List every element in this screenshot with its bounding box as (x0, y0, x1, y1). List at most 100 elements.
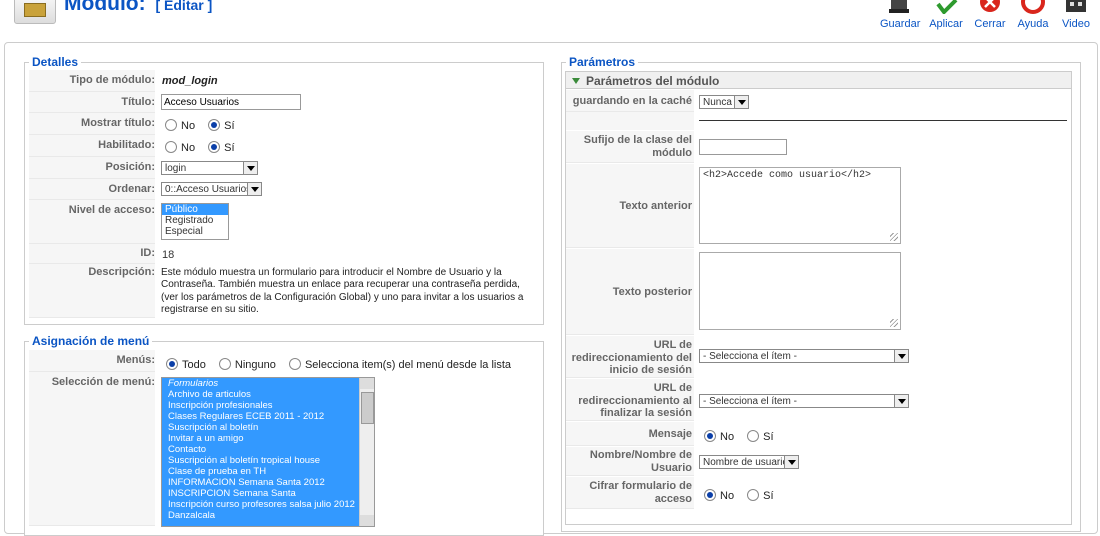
apply-button[interactable]: Aplicar (928, 0, 964, 30)
menu-item[interactable]: Invitar a un amigo (165, 433, 362, 444)
description-value: Este módulo muestra un formulario para i… (161, 267, 524, 315)
page-header: Módulo: [ Editar ] Guardar Aplicar Cerra… (0, 0, 1100, 36)
menu-item[interactable]: Clase de prueba en TH (165, 466, 362, 477)
pretext-textarea[interactable]: <h2>Accede como usuario</h2> (699, 167, 901, 244)
menu-items: Formularios Archivo de articulos Inscrip… (162, 378, 362, 526)
menu-item[interactable]: Contacto (165, 444, 362, 455)
login-redirect-label: URL de redireccionamiento del inicio de … (566, 336, 694, 378)
message-yes-radio[interactable] (747, 430, 760, 442)
id-value: 18 (162, 249, 175, 261)
parameters-legend: Parámetros (569, 55, 636, 69)
module-params-title: Parámetros del módulo (586, 74, 720, 88)
order-select[interactable]: 0::Acceso Usuarios (161, 182, 262, 196)
resize-grip-icon (890, 233, 898, 241)
chevron-down-icon (247, 183, 261, 195)
menu-item[interactable]: Danzalcala (165, 510, 362, 521)
encrypt-no-radio[interactable] (704, 489, 716, 501)
module-params-panel-header[interactable]: Parámetros del módulo (565, 71, 1072, 89)
position-select[interactable]: login (161, 161, 258, 175)
title-label: Título: (29, 92, 155, 113)
order-value: 0::Acceso Usuarios (165, 184, 252, 195)
message-no-label: No (720, 431, 735, 443)
menu-item[interactable]: INSCRIPCION Semana Santa (165, 488, 362, 499)
login-redirect-select[interactable]: - Selecciona el ítem - (699, 349, 909, 363)
menus-all-radio[interactable] (166, 358, 178, 370)
save-button[interactable]: Guardar (880, 0, 921, 30)
menu-item[interactable]: Inscripción curso profesores salsa julio… (165, 499, 362, 510)
show-title-yes-label: Sí (224, 120, 235, 132)
logout-redirect-select[interactable]: - Selecciona el ítem - (699, 394, 909, 408)
menus-all-label: Todo (182, 359, 206, 371)
module-type-label: Tipo de módulo: (29, 70, 155, 92)
position-label: Posición: (29, 157, 155, 179)
enabled-no-label: No (181, 142, 196, 154)
id-label: ID: (29, 244, 155, 264)
checkmark-icon (936, 0, 958, 16)
logout-redirect-value: - Selecciona el ítem - (703, 396, 797, 407)
suffix-input[interactable] (699, 139, 787, 155)
logout-redirect-label: URL de redireccionamiento al finalizar l… (566, 379, 694, 421)
apply-label: Aplicar (929, 18, 963, 30)
pretext-value: <h2>Accede como usuario</h2> (703, 170, 872, 181)
menu-item[interactable]: Suscripción al boletín (165, 422, 362, 433)
menus-radios: Todo Ninguno Selecciona item(s) del menú… (166, 358, 521, 371)
access-option[interactable]: Público (162, 204, 228, 215)
title-input[interactable] (161, 94, 301, 110)
help-button[interactable]: Ayuda (1016, 0, 1050, 30)
posttext-label: Texto posterior (566, 249, 694, 335)
video-label: Video (1062, 18, 1090, 30)
video-button[interactable]: Video (1060, 0, 1092, 30)
resize-grip-icon (890, 319, 898, 327)
cache-select[interactable]: Nunca (699, 95, 749, 109)
menu-item[interactable]: Archivo de articulos (165, 389, 362, 400)
show-title-radios: No Sí (165, 119, 245, 132)
encrypt-yes-radio[interactable] (747, 489, 760, 501)
enabled-yes-label: Sí (224, 142, 235, 154)
access-option[interactable]: Especial (162, 226, 228, 237)
enabled-radios: No Sí (165, 141, 245, 154)
encrypt-radios: No Sí (704, 489, 784, 502)
description-label: Descripción: (29, 264, 155, 318)
name-select[interactable]: Nombre de usuario (699, 455, 799, 469)
menu-item[interactable]: Inscripción profesionales (165, 400, 362, 411)
menus-none-label: Ninguno (234, 359, 276, 371)
posttext-textarea[interactable] (699, 252, 901, 330)
menu-item[interactable]: INFORMACION Semana Santa 2012 (165, 477, 362, 488)
chevron-down-icon (734, 96, 748, 108)
login-redirect-value: - Selecciona el ítem - (703, 351, 797, 362)
page-title-text: Módulo: (64, 0, 146, 15)
enabled-no-radio[interactable] (165, 141, 177, 153)
access-label: Nivel de acceso: (29, 200, 155, 244)
access-option[interactable]: Registrado (162, 215, 228, 226)
show-title-yes-radio[interactable] (208, 119, 221, 131)
chevron-down-icon (894, 350, 908, 362)
close-label: Cerrar (974, 18, 1006, 30)
name-label: Nombre/Nombre de Usuario (566, 447, 694, 476)
save-icon (889, 0, 909, 13)
menu-selection-list[interactable]: Formularios Archivo de articulos Inscrip… (161, 377, 375, 527)
details-legend: Detalles (32, 55, 79, 69)
menus-none-radio[interactable] (218, 358, 231, 370)
show-title-no-radio[interactable] (165, 119, 177, 131)
chevron-down-icon (784, 456, 798, 468)
menu-item[interactable]: Clases Regulares ECEB 2011 - 2012 (165, 411, 362, 422)
encrypt-no-label: No (720, 490, 735, 502)
show-title-no-label: No (181, 120, 196, 132)
name-value: Nombre de usuario (703, 457, 789, 468)
menu-group-header: Formularios (168, 378, 219, 389)
menu-item[interactable]: Suscripción al boletín tropical house (165, 455, 362, 466)
video-icon (1066, 0, 1086, 12)
save-label: Guardar (880, 18, 921, 30)
menu-list-scrollbar[interactable] (359, 378, 374, 526)
close-button[interactable]: Cerrar (972, 0, 1008, 30)
pretext-label: Texto anterior (566, 164, 694, 248)
message-yes-label: Sí (763, 431, 774, 443)
message-no-radio[interactable] (704, 430, 716, 442)
enabled-yes-radio[interactable] (208, 141, 221, 153)
cache-value: Nunca (703, 97, 732, 108)
access-list[interactable]: Público Registrado Especial (161, 203, 229, 240)
module-type-value: mod_login (162, 75, 218, 87)
expand-arrow-icon (572, 78, 580, 84)
menus-select-radio[interactable] (288, 358, 301, 370)
chevron-down-icon (243, 162, 257, 174)
